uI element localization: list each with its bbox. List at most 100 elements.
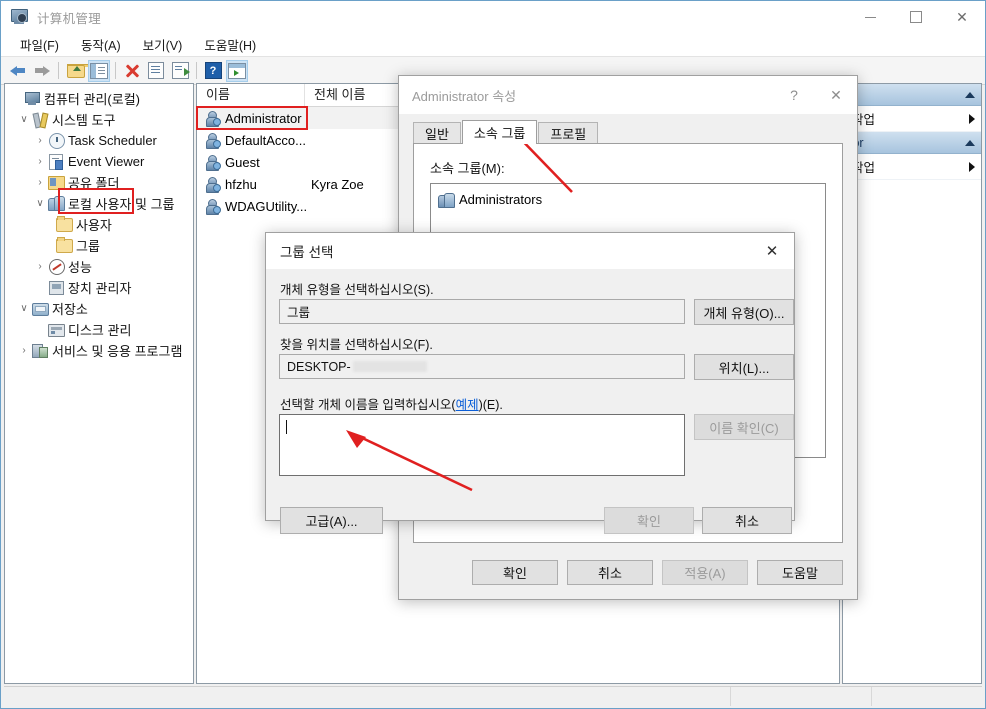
member-of-label: 소속 그룹(M): bbox=[430, 161, 505, 176]
properties-tabstrip: 일반 소속 그룹 프로필 bbox=[413, 120, 843, 144]
minimize-button[interactable] bbox=[847, 1, 893, 33]
show-action-pane-icon[interactable] bbox=[226, 59, 248, 82]
object-type-field[interactable]: 그룹 bbox=[279, 299, 685, 324]
shared-folder-icon bbox=[48, 175, 65, 190]
locations-button[interactable]: 위치(L)... bbox=[694, 354, 794, 380]
back-icon[interactable] bbox=[7, 60, 29, 82]
select-group-cancel-button[interactable]: 취소 bbox=[702, 507, 792, 534]
forward-icon[interactable] bbox=[31, 60, 53, 82]
user-icon bbox=[206, 132, 221, 149]
object-type-label: 개체 유형을 선택하십시오(S). bbox=[280, 283, 434, 297]
user-name-text: Administrator bbox=[225, 110, 302, 126]
delete-icon[interactable] bbox=[121, 60, 143, 82]
object-names-label: 선택할 개체 이름을 입력하십시오(예제)(E). bbox=[280, 394, 503, 413]
tree-groups[interactable]: 그룹 bbox=[9, 235, 193, 256]
tree-event-viewer[interactable]: › Event Viewer bbox=[9, 151, 193, 172]
select-group-title: 그룹 선택 bbox=[280, 245, 334, 260]
chevron-right-icon[interactable]: › bbox=[33, 177, 47, 188]
tree-performance[interactable]: › 성능 bbox=[9, 256, 193, 277]
dialog-close-button[interactable]: ✕ bbox=[815, 76, 857, 114]
tree-task-scheduler[interactable]: › Task Scheduler bbox=[9, 130, 193, 151]
tree-users[interactable]: 사용자 bbox=[9, 214, 193, 235]
device-manager-icon bbox=[48, 280, 65, 295]
tree-local-users-and-groups[interactable]: ∨ 로컬 사용자 및 그룹 bbox=[9, 193, 193, 214]
ok-button[interactable]: 확인 bbox=[472, 560, 558, 585]
tree-system-tools[interactable]: ∨ 시스템 도구 bbox=[9, 109, 193, 130]
storage-icon bbox=[32, 301, 49, 316]
actions-more-actions-user[interactable]: 작업 bbox=[843, 154, 981, 180]
user-icon bbox=[206, 110, 221, 127]
menu-file[interactable]: 파일(F) bbox=[9, 33, 70, 56]
tab-profile[interactable]: 프로필 bbox=[538, 122, 599, 144]
chevron-right-icon[interactable]: › bbox=[33, 156, 47, 167]
location-field[interactable]: DESKTOP- bbox=[279, 354, 685, 379]
object-names-label-a: 선택할 개체 이름을 입력하십시오( bbox=[280, 398, 456, 412]
maximize-button[interactable] bbox=[893, 1, 939, 33]
toolbar-separator-2 bbox=[115, 62, 116, 79]
tree-device-manager[interactable]: 장치 관리자 bbox=[9, 277, 193, 298]
chevron-right-icon[interactable]: › bbox=[33, 261, 47, 272]
chevron-up-icon[interactable] bbox=[965, 139, 975, 146]
location-label: 찾을 위치를 선택하십시오(F). bbox=[280, 338, 433, 352]
toolbar-separator bbox=[58, 62, 59, 79]
chevron-right-icon[interactable] bbox=[969, 113, 975, 124]
select-group-dialog: 그룹 선택 ✕ 개체 유형을 선택하십시오(S). 그룹 개체 유형(O)...… bbox=[265, 232, 795, 534]
user-icon bbox=[206, 154, 221, 171]
export-list-icon[interactable] bbox=[169, 60, 191, 82]
tree-label: 저장소 bbox=[52, 302, 88, 317]
help-button[interactable]: 도움말 bbox=[757, 560, 843, 585]
chevron-down-icon[interactable]: ∨ bbox=[17, 303, 31, 314]
tab-member-of[interactable]: 소속 그룹 bbox=[461, 120, 538, 144]
menu-action[interactable]: 동작(A) bbox=[70, 33, 132, 56]
up-folder-icon[interactable] bbox=[64, 60, 91, 82]
tree-services-and-applications[interactable]: › 서비스 및 응용 프로그램 bbox=[9, 340, 193, 361]
tree-label: 성능 bbox=[68, 260, 92, 275]
list-item[interactable]: Administrators bbox=[438, 190, 818, 209]
console-tree: 컴퓨터 관리(로컬) ∨ 시스템 도구 › Task Scheduler › E… bbox=[5, 84, 193, 361]
show-hide-tree-icon[interactable] bbox=[88, 59, 110, 82]
chevron-down-icon[interactable]: ∨ bbox=[17, 114, 31, 125]
select-group-titlebar: 그룹 선택 ✕ bbox=[266, 233, 794, 269]
check-names-button[interactable]: 이름 확인(C) bbox=[694, 414, 794, 440]
menu-help[interactable]: 도움말(H) bbox=[193, 33, 267, 56]
select-group-ok-button[interactable]: 확인 bbox=[604, 507, 694, 534]
actions-section-header-user[interactable]: tor bbox=[843, 132, 981, 154]
user-name-text: WDAGUtility... bbox=[225, 198, 308, 214]
status-main bbox=[4, 687, 731, 706]
object-types-button[interactable]: 개체 유형(O)... bbox=[694, 299, 794, 325]
actions-more-actions[interactable]: 작업 bbox=[843, 106, 981, 132]
object-names-input[interactable] bbox=[279, 414, 685, 476]
users-icon bbox=[48, 196, 65, 211]
select-group-close-button[interactable]: ✕ bbox=[750, 233, 794, 269]
chevron-right-icon[interactable]: › bbox=[33, 135, 47, 146]
chevron-down-icon[interactable]: ∨ bbox=[33, 198, 47, 209]
tree-storage[interactable]: ∨ 저장소 bbox=[9, 298, 193, 319]
tree-computer-management[interactable]: 컴퓨터 관리(로컬) bbox=[9, 88, 193, 109]
apply-button[interactable]: 적용(A) bbox=[662, 560, 748, 585]
chevron-right-icon[interactable]: › bbox=[17, 345, 31, 356]
tree-label: Task Scheduler bbox=[68, 133, 157, 148]
close-button[interactable]: ✕ bbox=[939, 1, 985, 33]
advanced-button[interactable]: 고급(A)... bbox=[280, 507, 383, 534]
tab-general[interactable]: 일반 bbox=[413, 122, 461, 144]
tools-icon bbox=[32, 112, 49, 129]
tree-label: 시스템 도구 bbox=[52, 113, 116, 128]
computer-management-icon bbox=[11, 8, 29, 26]
chevron-up-icon[interactable] bbox=[965, 91, 975, 98]
column-header-name[interactable]: 이름 bbox=[197, 84, 305, 106]
window-titlebar: 计算机管理 ✕ bbox=[1, 1, 985, 33]
user-name-cell: Guest bbox=[197, 154, 305, 171]
user-name-cell: WDAGUtility... bbox=[197, 198, 308, 215]
tree-disk-management[interactable]: 디스크 관리 bbox=[9, 319, 193, 340]
dialog-help-button[interactable]: ? bbox=[773, 76, 815, 114]
examples-link[interactable]: 예제 bbox=[456, 398, 479, 412]
computer-icon bbox=[24, 91, 41, 106]
menu-view[interactable]: 보기(V) bbox=[132, 33, 194, 56]
properties-icon[interactable] bbox=[145, 60, 167, 82]
cancel-button[interactable]: 취소 bbox=[567, 560, 653, 585]
actions-section-header[interactable] bbox=[843, 84, 981, 106]
chevron-right-icon[interactable] bbox=[969, 161, 975, 172]
tree-shared-folders[interactable]: › 공유 폴더 bbox=[9, 172, 193, 193]
user-name-cell: Administrator bbox=[197, 110, 305, 127]
help-icon[interactable]: ? bbox=[202, 60, 224, 82]
